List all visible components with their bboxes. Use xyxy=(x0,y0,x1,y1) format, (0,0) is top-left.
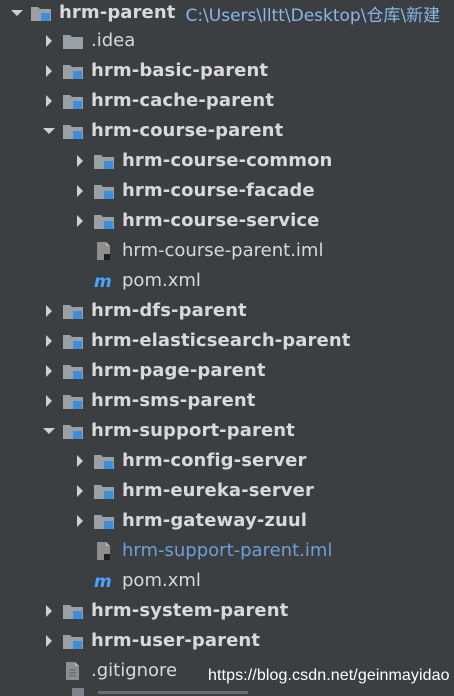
module-folder-icon xyxy=(93,451,115,471)
tree-row[interactable]: hrm-cache-parent xyxy=(0,86,454,116)
module-folder-icon xyxy=(93,481,115,501)
module-folder-icon xyxy=(62,421,84,441)
text-file-icon xyxy=(62,661,84,681)
maven-file-icon: m xyxy=(93,571,115,591)
tree-row-label: hrm-sms-parent xyxy=(91,390,256,411)
tree-row-label: hrm-user-parent xyxy=(91,630,261,651)
tree-row-label: hrm-parent xyxy=(59,2,176,23)
module-folder-icon xyxy=(62,301,84,321)
tree-row-label: .idea xyxy=(91,30,136,51)
tree-row[interactable]: hrm-support-parent.iml xyxy=(0,536,454,566)
tree-row-label: hrm-course-parent.iml xyxy=(122,240,324,261)
tree-row[interactable]: hrm-page-parent xyxy=(0,356,454,386)
tree-row-label: hrm-course-service xyxy=(122,210,320,231)
tree-row[interactable]: hrm-user-parent xyxy=(0,626,454,656)
tree-row[interactable]: hrm-course-parent xyxy=(0,116,454,146)
tree-row[interactable]: m pom.xml xyxy=(0,266,454,296)
chevron-right-icon[interactable] xyxy=(71,512,89,530)
tree-row[interactable]: hrm-dfs-parent xyxy=(0,296,454,326)
tree-row-label: hrm-gateway-zuul xyxy=(122,510,308,531)
tree-row[interactable]: hrm-course-parent.iml xyxy=(0,236,454,266)
chevron-right-icon[interactable] xyxy=(40,332,58,350)
module-folder-icon xyxy=(62,91,84,111)
tree-row-root[interactable]: hrm-parent C:\Users\lltt\Desktop\仓库\新建 xyxy=(0,0,454,26)
svg-text:m: m xyxy=(94,272,112,291)
chevron-down-icon[interactable] xyxy=(40,422,58,440)
module-folder-icon xyxy=(93,181,115,201)
tree-row[interactable]: hrm-basic-parent xyxy=(0,56,454,86)
tree-row-label: hrm-config-server xyxy=(122,450,307,471)
project-path: C:\Users\lltt\Desktop\仓库\新建 xyxy=(185,5,441,26)
tree-row[interactable]: hrm-course-facade xyxy=(0,176,454,206)
module-folder-icon xyxy=(62,601,84,621)
tree-row-label: hrm-eureka-server xyxy=(122,480,314,501)
chevron-right-icon[interactable] xyxy=(71,452,89,470)
chevron-right-icon[interactable] xyxy=(40,392,58,410)
tree-row-label: hrm-page-parent xyxy=(91,360,266,381)
module-folder-icon xyxy=(30,3,52,23)
tree-row-label: pom.xml xyxy=(122,570,201,591)
tree-row-label: hrm-basic-parent xyxy=(91,60,269,81)
chevron-right-icon[interactable] xyxy=(71,152,89,170)
module-folder-icon xyxy=(62,391,84,411)
module-folder-icon xyxy=(62,121,84,141)
tree-row-label: hrm-elasticsearch-parent xyxy=(91,330,351,351)
tree-row-label: hrm-cache-parent xyxy=(91,90,275,111)
chevron-right-icon[interactable] xyxy=(40,32,58,50)
module-folder-icon xyxy=(62,331,84,351)
tree-row-label: hrm-system-parent xyxy=(91,600,289,621)
module-folder-icon xyxy=(62,61,84,81)
chevron-right-icon[interactable] xyxy=(40,632,58,650)
tree-row[interactable]: m pom.xml xyxy=(0,566,454,596)
tree-row[interactable]: hrm-elasticsearch-parent xyxy=(0,326,454,356)
tree-row-label: pom.xml xyxy=(122,270,201,291)
module-folder-icon xyxy=(93,211,115,231)
tree-row[interactable]: hrm-course-service xyxy=(0,206,454,236)
module-folder-icon xyxy=(62,631,84,651)
partial-row-label xyxy=(98,691,248,694)
chevron-right-icon[interactable] xyxy=(40,92,58,110)
module-folder-icon xyxy=(62,361,84,381)
tree-row[interactable]: hrm-system-parent xyxy=(0,596,454,626)
tree-row-label: .gitignore xyxy=(91,660,178,681)
file-icon xyxy=(72,688,84,696)
tree-row[interactable]: hrm-config-server xyxy=(0,446,454,476)
chevron-right-icon[interactable] xyxy=(71,482,89,500)
tree-row[interactable]: hrm-gateway-zuul xyxy=(0,506,454,536)
iml-file-icon xyxy=(93,241,115,261)
partial-tree-row xyxy=(0,688,454,696)
chevron-right-icon[interactable] xyxy=(40,602,58,620)
watermark: https://blog.csdn.net/geinmayidao xyxy=(208,667,450,684)
svg-text:m: m xyxy=(94,572,112,591)
tree-row-label: hrm-support-parent.iml xyxy=(122,540,333,561)
chevron-down-icon[interactable] xyxy=(40,122,58,140)
tree-row-label: hrm-support-parent xyxy=(91,420,295,441)
chevron-right-icon[interactable] xyxy=(40,362,58,380)
module-folder-icon xyxy=(93,151,115,171)
chevron-right-icon[interactable] xyxy=(40,302,58,320)
maven-file-icon: m xyxy=(93,271,115,291)
folder-icon xyxy=(62,31,84,51)
project-tree: hrm-parent C:\Users\lltt\Desktop\仓库\新建 .… xyxy=(0,0,454,696)
tree-row-label: hrm-course-parent xyxy=(91,120,284,141)
chevron-right-icon[interactable] xyxy=(71,212,89,230)
tree-row[interactable]: hrm-sms-parent xyxy=(0,386,454,416)
tree-row-label: hrm-course-common xyxy=(122,150,333,171)
tree-row-label: hrm-dfs-parent xyxy=(91,300,247,321)
tree-row[interactable]: hrm-course-common xyxy=(0,146,454,176)
tree-row[interactable]: hrm-eureka-server xyxy=(0,476,454,506)
chevron-down-icon[interactable] xyxy=(8,4,26,22)
tree-row[interactable]: .idea xyxy=(0,26,454,56)
chevron-right-icon[interactable] xyxy=(71,182,89,200)
module-folder-icon xyxy=(93,511,115,531)
tree-row-label: hrm-course-facade xyxy=(122,180,315,201)
tree-row[interactable]: hrm-support-parent xyxy=(0,416,454,446)
iml-file-icon xyxy=(93,541,115,561)
chevron-right-icon[interactable] xyxy=(40,62,58,80)
